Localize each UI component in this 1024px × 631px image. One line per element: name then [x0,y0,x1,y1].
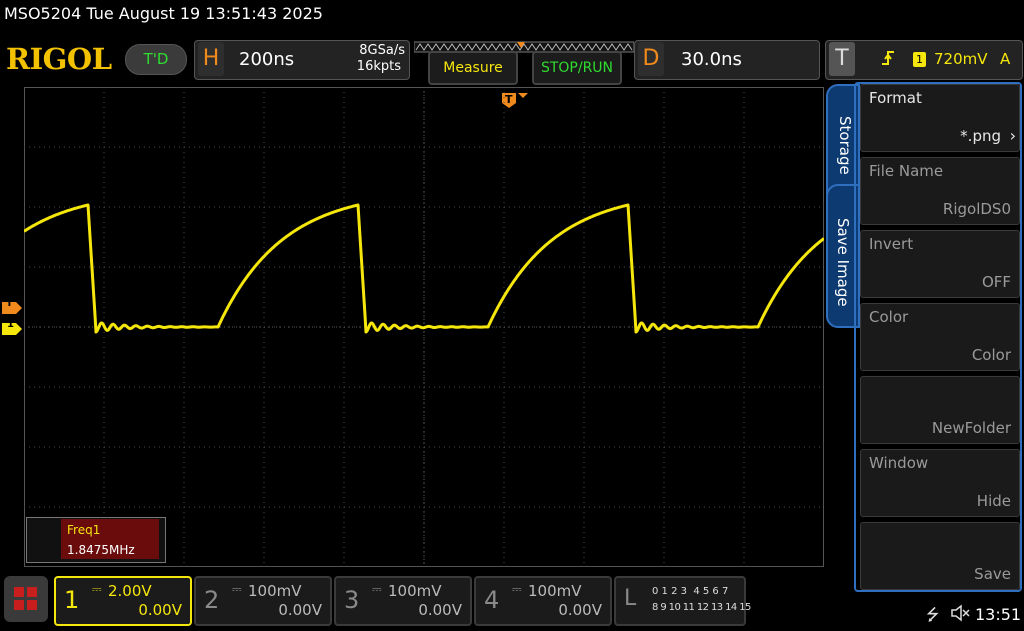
horizontal-key: H [198,42,224,76]
grid-menu-icon [14,587,37,610]
logic-analyzer-box[interactable]: L 0 1 2 3 4 5 6 7 8 9 10 11 12 13 14 15 [614,576,751,626]
measurement-box[interactable]: Freq1 1.8475MHz [26,517,166,563]
delay-panel[interactable]: D 30.0ns [634,40,820,80]
rigol-logo: RIGOL [6,42,112,76]
memory-depth: 16kpts [356,59,401,74]
measurement-name: Freq1 [67,523,101,537]
trigger-source-badge: 1 [913,52,926,67]
channel-4-box[interactable]: 4 ⎓ 100mV 0.00V [474,576,612,626]
menu-color[interactable]: Color Color [860,303,1020,371]
trigger-panel[interactable]: T 1 720mV A [825,40,1023,80]
menu-save[interactable]: Save [860,522,1020,590]
menu-new-folder[interactable]: NewFolder [860,376,1020,444]
trigger-level-marker[interactable]: T [2,298,22,314]
delay-value: 30.0ns [681,49,742,70]
dc-coupling-icon: ⎓ [92,582,102,596]
trigger-level: 720mV [934,50,988,68]
horizontal-panel[interactable]: H 200ns 8GSa/s 16kpts [194,40,410,80]
dc-coupling-icon: ⎓ [372,582,382,596]
stop-run-button[interactable]: STOP/RUN [532,51,622,85]
logic-row-2: 8 9 10 11 12 13 14 15 [652,602,751,613]
sample-rate: 8GSa/s [359,43,405,58]
waveform-grid [24,87,824,567]
delay-key: D [638,42,664,76]
window-title: MSO5204 Tue August 19 13:51:43 2025 [4,4,323,23]
measure-button[interactable]: Measure [428,51,518,85]
ch1-ground-marker[interactable]: 1 [2,319,22,335]
dc-coupling-icon: ⎓ [512,582,522,596]
run-mode-badge[interactable]: T'D [125,44,187,75]
channel-1-box[interactable]: 1 ⎓ 2.00V 0.00V [54,576,192,626]
menu-invert[interactable]: Invert OFF [860,230,1020,298]
dc-coupling-icon: ⎓ [232,582,242,596]
logic-row-1: 0 1 2 3 4 5 6 7 [652,586,729,597]
channel-2-box[interactable]: 2 ⎓ 100mV 0.00V [194,576,332,626]
usb-icon: ⭍ [926,605,940,624]
menu-file-name[interactable]: File Name RigolDS0 [860,157,1020,225]
chevron-right-icon: › [1009,126,1016,145]
menu-format[interactable]: Format *.png › [860,84,1020,152]
app-menu-button[interactable] [4,576,48,622]
mute-icon[interactable] [950,604,970,626]
memory-position-bar [413,38,635,53]
trigger-key: T [829,42,855,76]
measurement-value: 1.8475MHz [67,543,135,557]
rising-edge-icon [881,50,895,70]
trigger-mode: A [1000,50,1011,68]
menu-window[interactable]: Window Hide [860,449,1020,517]
channel-3-box[interactable]: 3 ⎓ 100mV 0.00V [334,576,472,626]
timebase-value: 200ns [239,49,295,70]
status-time: 13:51 [975,605,1022,624]
